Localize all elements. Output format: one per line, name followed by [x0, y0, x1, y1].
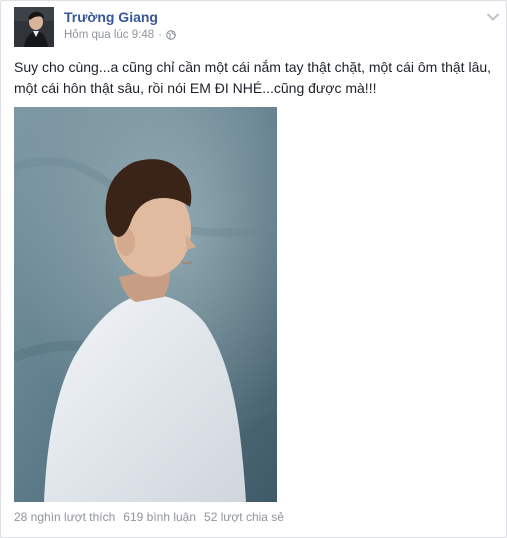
- shares-count[interactable]: 52 lượt chia sẻ: [204, 510, 284, 524]
- avatar[interactable]: [14, 7, 54, 47]
- chevron-down-icon[interactable]: [486, 9, 500, 21]
- post-photo[interactable]: [14, 107, 277, 502]
- globe-icon[interactable]: [166, 30, 176, 40]
- post-card: Trường Giang Hôm qua lúc 9:48 · Suy cho …: [0, 0, 507, 538]
- post-stats: 28 nghìn lượt thích 619 bình luận 52 lượ…: [14, 510, 284, 524]
- likes-count[interactable]: 28 nghìn lượt thích: [14, 510, 115, 524]
- post-text: Suy cho cùng...a cũng chỉ cần một cái nắ…: [14, 59, 492, 96]
- post-meta: Hôm qua lúc 9:48 ·: [64, 29, 176, 41]
- comments-count[interactable]: 619 bình luận: [123, 510, 196, 524]
- author-name[interactable]: Trường Giang: [64, 9, 158, 25]
- post-timestamp[interactable]: Hôm qua lúc 9:48: [64, 29, 154, 41]
- meta-separator: ·: [158, 29, 162, 41]
